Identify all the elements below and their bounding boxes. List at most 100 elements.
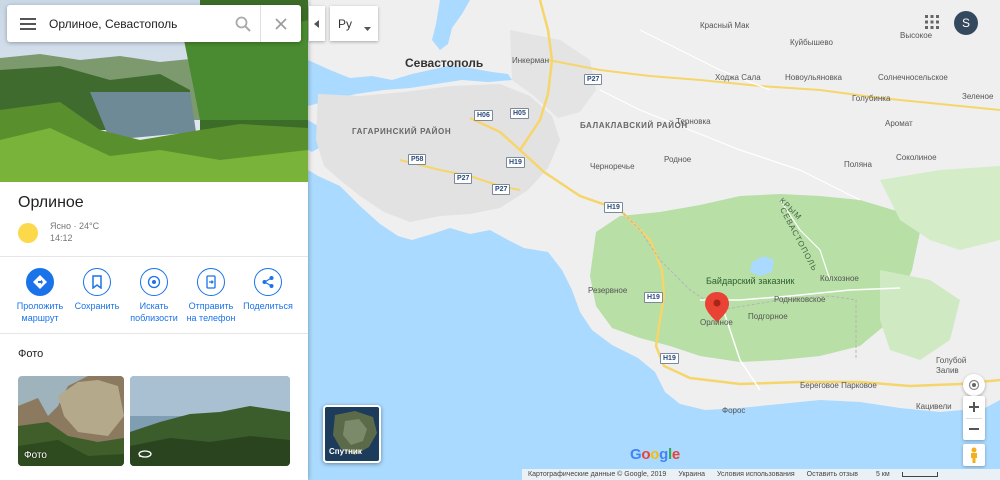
language-value: Ру xyxy=(338,16,353,31)
my-location-icon xyxy=(968,379,980,391)
bookmark-icon xyxy=(92,275,102,289)
map-label-aromat[interactable]: Аромат xyxy=(885,119,913,128)
chevron-left-icon xyxy=(314,19,319,28)
scale-label[interactable]: 5 км xyxy=(870,471,944,478)
search-box xyxy=(7,5,301,42)
pegman-icon xyxy=(971,447,977,463)
photo-thumbnail-1[interactable]: Фото xyxy=(18,376,124,466)
road-shield: Р27 xyxy=(492,184,511,195)
map-label-sevastopol[interactable]: Севастополь xyxy=(405,56,483,70)
map-label-novulyanovka[interactable]: Новоульяновка xyxy=(785,73,842,82)
terms-link[interactable]: Условия использования xyxy=(717,471,795,478)
save-button[interactable]: Сохранить xyxy=(69,268,125,324)
divider xyxy=(0,256,308,257)
weather-info: Ясно · 24°C 14:12 xyxy=(18,220,99,244)
zoom-in-button[interactable] xyxy=(963,396,985,418)
road-shield: Н19 xyxy=(604,202,623,213)
sun-icon xyxy=(18,223,38,243)
place-panel: Орлиное Ясно · 24°C 14:12 Проложить марш… xyxy=(0,0,308,480)
map-footer: Картографические данные © Google, 2019 У… xyxy=(522,469,1000,480)
action-bar: Проложить маршрут Сохранить Искать побли… xyxy=(12,268,296,324)
map-label-kolhoznoe[interactable]: Колхозное xyxy=(820,274,859,283)
collapse-panel-button[interactable] xyxy=(309,6,325,41)
zoom-out-button[interactable] xyxy=(963,418,985,440)
satellite-toggle-button[interactable]: Спутник xyxy=(323,405,381,463)
hamburger-icon xyxy=(20,17,36,30)
place-title: Орлиное xyxy=(18,194,84,211)
plus-icon xyxy=(969,402,979,412)
close-icon xyxy=(275,17,287,30)
divider xyxy=(0,333,308,334)
nearby-button[interactable]: Искать поблизости xyxy=(126,268,182,324)
my-location-button[interactable] xyxy=(963,374,985,396)
map-label-inkerman[interactable]: Инкерман xyxy=(512,56,549,65)
street-view-button[interactable] xyxy=(963,444,985,466)
map-label-vysokoe[interactable]: Высокое xyxy=(900,31,932,40)
map-label-ternovka[interactable]: Терновка xyxy=(676,117,711,126)
road-shield: Н06 xyxy=(474,110,493,121)
map-label-polyana[interactable]: Поляна xyxy=(844,160,872,169)
road-shield: Р27 xyxy=(454,173,473,184)
feedback-link[interactable]: Оставить отзыв xyxy=(807,471,858,478)
caret-down-icon xyxy=(364,20,371,34)
map-label-rodnikovskoe[interactable]: Родниковское xyxy=(774,295,826,304)
map-label-rodnoe[interactable]: Родное xyxy=(664,155,691,164)
map-label-zelenoe[interactable]: Зеленое xyxy=(962,92,993,101)
map-label-golubinka[interactable]: Голубинка xyxy=(852,94,890,103)
nearby-icon xyxy=(147,275,161,289)
search-input[interactable] xyxy=(49,5,225,42)
road-shield: Н05 xyxy=(510,108,529,119)
user-avatar[interactable]: S xyxy=(954,11,978,35)
send-to-phone-button[interactable]: Отправить на телефон xyxy=(183,268,239,324)
minus-icon xyxy=(969,428,979,430)
scale-text: 5 км xyxy=(875,471,890,478)
map-label-chernorechye[interactable]: Черноречье xyxy=(590,162,635,171)
action-label: Поделиться xyxy=(243,301,293,311)
photo-thumbnail-2[interactable] xyxy=(130,376,290,466)
map-label-sokolinoe[interactable]: Соколиное xyxy=(896,153,937,162)
apps-button[interactable] xyxy=(924,14,940,30)
clear-search-button[interactable] xyxy=(261,5,301,42)
map-label-gagarinsky: ГАГАРИНСКИЙ РАЙОН xyxy=(352,127,452,136)
action-label: Сохранить xyxy=(74,301,120,311)
divider xyxy=(966,418,982,419)
map-label-baidarsky[interactable]: Байдарский заказник xyxy=(706,276,794,287)
action-label: Проложить маршрут xyxy=(16,301,64,323)
scale-bar xyxy=(901,471,938,477)
map-label-krasny-mak[interactable]: Красный Мак xyxy=(700,21,749,30)
share-icon xyxy=(262,276,274,288)
map-label-hodja-sala[interactable]: Ходжа Сала xyxy=(715,73,761,82)
weather-time: 14:12 xyxy=(50,233,73,243)
search-button[interactable] xyxy=(225,5,261,42)
satellite-label: Спутник xyxy=(329,447,362,456)
language-select[interactable]: Ру xyxy=(330,6,378,41)
map-label-kuibyshevo[interactable]: Куйбышево xyxy=(790,38,833,47)
map-label-rezervnoe[interactable]: Резервное xyxy=(588,286,627,295)
map-label-beregovoe[interactable]: Береговое Парковое xyxy=(800,381,877,390)
action-label: Отправить на телефон xyxy=(186,301,236,323)
google-logo: Google xyxy=(630,446,680,463)
zoom-control xyxy=(963,396,985,440)
photos-heading: Фото xyxy=(18,348,44,360)
road-shield: Н19 xyxy=(660,353,679,364)
map-label-golubaya-zaliv[interactable]: Голубой Залив xyxy=(936,356,980,376)
map-label-foros[interactable]: Форос xyxy=(722,406,745,415)
map-label-orlinoe[interactable]: Орлиное xyxy=(700,318,733,327)
map-label-solnechnoselye[interactable]: Солнечносельское xyxy=(878,73,948,82)
weather-condition: Ясно · 24°C xyxy=(50,221,100,231)
road-shield: Р27 xyxy=(584,74,603,85)
apps-grid-icon xyxy=(925,15,939,29)
map-label-podgornoe[interactable]: Подгорное xyxy=(748,312,788,321)
share-button[interactable]: Поделиться xyxy=(240,268,296,324)
directions-icon xyxy=(33,275,47,289)
road-shield: Р58 xyxy=(408,154,427,165)
action-label: Искать поблизости xyxy=(130,301,178,323)
photo-image xyxy=(130,376,290,466)
country-link[interactable]: Украина xyxy=(678,471,705,478)
directions-button[interactable]: Проложить маршрут xyxy=(12,268,68,324)
road-shield: Н19 xyxy=(506,157,525,168)
map-label-katsiveli[interactable]: Кацивели xyxy=(916,402,952,411)
panorama-360-icon xyxy=(138,450,152,458)
search-icon xyxy=(235,16,251,32)
menu-button[interactable] xyxy=(7,5,49,42)
